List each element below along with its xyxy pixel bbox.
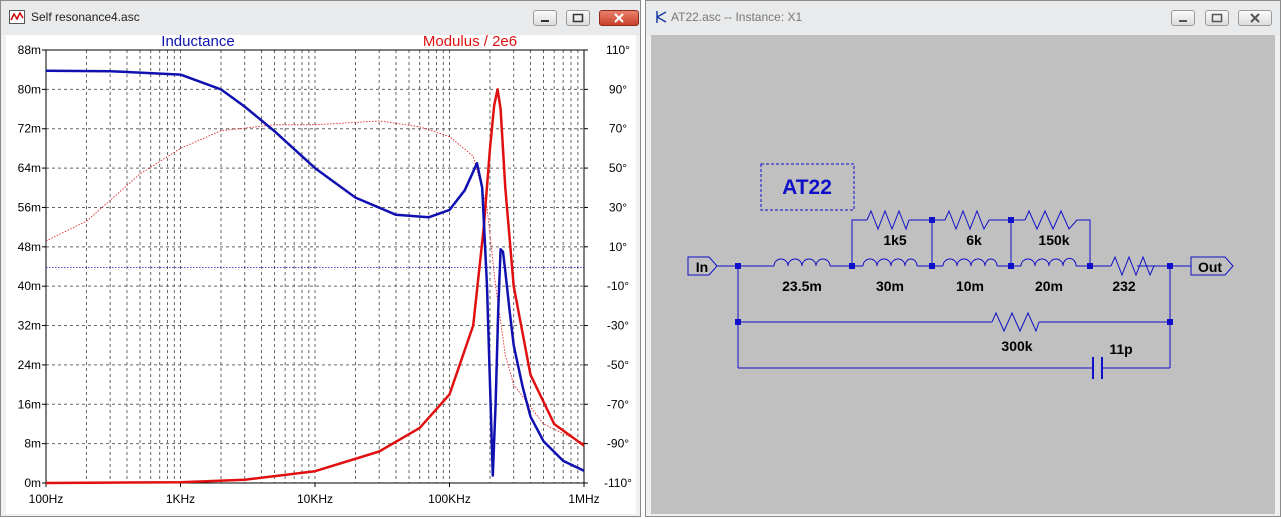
plot-window-titlebar[interactable]: Self resonance4.asc	[1, 1, 640, 35]
legend-modulus[interactable]: Modulus / 2e6	[423, 33, 517, 50]
inductor-l2-symbol[interactable]	[862, 258, 918, 267]
resistor-r2-label: 6k	[966, 232, 982, 248]
right-tick-label: 50°	[609, 161, 627, 175]
x-tick-label: 10KHz	[297, 492, 333, 506]
plot-window[interactable]: Self resonance4.asc 88m 80m 72m 64m 56m 48m 40…	[0, 0, 641, 517]
resistor-r5-label: 300k	[1001, 338, 1032, 354]
left-tick-label: 56m	[18, 200, 41, 214]
right-tick-label: 110°	[606, 43, 630, 57]
left-tick-label: 48m	[18, 240, 41, 254]
capacitor-c1-label: 11p	[1109, 341, 1132, 357]
close-button[interactable]	[1238, 10, 1272, 26]
inductor-l1-label: 23.5m	[782, 278, 822, 294]
plot-area[interactable]: 88m 80m 72m 64m 56m 48m 40m 32m 24m 16m 8m 0m 110° 90…	[6, 33, 636, 514]
junctions	[735, 217, 1173, 325]
grid	[46, 50, 584, 483]
waveform-icon	[9, 10, 25, 24]
right-tick-label: -70°	[607, 397, 629, 411]
maximize-button[interactable]	[566, 10, 590, 26]
right-tick-label: -50°	[607, 358, 629, 372]
inductor-l1-symbol[interactable]	[773, 258, 831, 267]
schematic-drawing[interactable]: AT22 In Out 23.5m 30m 10m 20m 1k5 6k 150…	[651, 35, 1275, 514]
resistor-r5-symbol[interactable]	[991, 311, 1040, 333]
right-tick-label: 70°	[609, 122, 627, 136]
plot-window-title: Self resonance4.asc	[31, 10, 140, 24]
resistor-r1-label: 1k5	[883, 232, 907, 248]
schematic-window[interactable]: AT22.asc -- Instance: X1 AT22 In Out 23.…	[645, 0, 1281, 517]
close-button[interactable]	[599, 10, 639, 26]
left-tick-label: 32m	[18, 319, 41, 333]
schematic-canvas[interactable]: AT22 In Out 23.5m 30m 10m 20m 1k5 6k 150…	[651, 35, 1275, 514]
left-tick-label: 16m	[18, 397, 41, 411]
series	[45, 69, 585, 485]
left-tick-label: 0m	[24, 476, 41, 490]
minimize-button[interactable]	[533, 10, 557, 26]
maximize-button[interactable]	[1205, 10, 1229, 26]
port-out-label: Out	[1198, 259, 1222, 275]
legend-inductance[interactable]: Inductance	[161, 33, 234, 50]
inductor-l3-symbol[interactable]	[942, 258, 998, 267]
right-tick-label: -10°	[607, 279, 629, 293]
resistor-r3-label: 150k	[1038, 232, 1069, 248]
resistor-r3-symbol[interactable]	[1024, 209, 1079, 231]
resistor-r2-symbol[interactable]	[944, 209, 990, 231]
left-tick-label: 8m	[24, 437, 41, 451]
right-tick-label: 10°	[609, 240, 627, 254]
schematic-window-title: AT22.asc -- Instance: X1	[671, 10, 803, 24]
schematic-title-label: AT22	[782, 176, 832, 199]
left-tick-label: 80m	[18, 82, 41, 96]
waveform-plot[interactable]: 88m 80m 72m 64m 56m 48m 40m 32m 24m 16m 8m 0m 110° 90…	[6, 33, 636, 514]
inductor-l3-label: 10m	[956, 278, 984, 294]
minimize-button[interactable]	[1171, 10, 1195, 26]
right-tick-label: 30°	[609, 200, 627, 214]
resistor-r1-symbol[interactable]	[866, 209, 910, 231]
x-tick-label: 100Hz	[29, 492, 64, 506]
inductor-l4-label: 20m	[1035, 278, 1063, 294]
right-tick-label: -90°	[607, 437, 629, 451]
component-icon	[654, 10, 670, 24]
port-in-label: In	[696, 259, 708, 275]
x-tick-label: 100KHz	[428, 492, 471, 506]
resistor-r4-label: 232	[1112, 278, 1136, 294]
schematic-window-titlebar[interactable]: AT22.asc -- Instance: X1	[646, 1, 1280, 35]
right-tick-label: 90°	[609, 82, 627, 96]
inductor-l2-label: 30m	[876, 278, 904, 294]
left-tick-label: 88m	[18, 43, 41, 57]
x-tick-label: 1KHz	[166, 492, 195, 506]
left-tick-label: 24m	[18, 358, 41, 372]
x-tick-label: 1MHz	[568, 492, 599, 506]
left-tick-label: 64m	[18, 161, 41, 175]
right-tick-label: -110°	[604, 476, 632, 490]
left-tick-label: 72m	[18, 122, 41, 136]
right-tick-label: -30°	[607, 319, 629, 333]
left-tick-label: 40m	[18, 279, 41, 293]
inductor-l4-symbol[interactable]	[1020, 257, 1077, 267]
